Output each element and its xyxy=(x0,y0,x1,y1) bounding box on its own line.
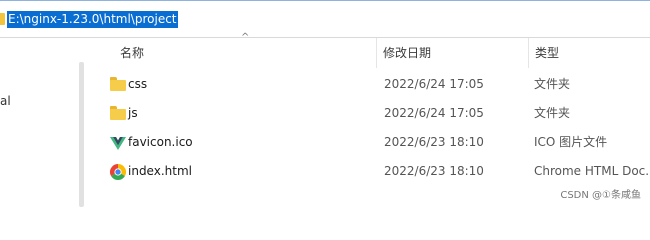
file-name: js xyxy=(128,106,138,120)
file-modified: 2022/6/23 18:10 xyxy=(384,135,484,149)
file-row-index[interactable]: index.html 2022/6/23 18:10 Chrome HTML D… xyxy=(96,157,650,186)
scroll-thumb[interactable] xyxy=(79,62,84,207)
navigation-pane: al xyxy=(0,38,76,207)
column-header: ^ 名称 修改日期 类型 xyxy=(96,32,650,68)
nav-item-label[interactable]: al xyxy=(0,94,11,108)
folder-icon xyxy=(0,13,5,25)
address-path[interactable]: E:\nginx-1.23.0\html\project xyxy=(7,11,178,28)
vue-logo-icon xyxy=(110,135,126,151)
file-name: index.html xyxy=(128,164,192,178)
chrome-icon xyxy=(109,164,127,181)
file-modified: 2022/6/23 18:10 xyxy=(384,164,484,178)
address-bar[interactable]: E:\nginx-1.23.0\html\project xyxy=(0,0,650,38)
file-modified: 2022/6/24 17:05 xyxy=(384,77,484,91)
file-type: 文件夹 xyxy=(534,106,571,120)
file-type: Chrome HTML Doc... xyxy=(534,164,650,178)
file-type: 文件夹 xyxy=(534,77,571,91)
folder-icon xyxy=(110,106,126,122)
folder-icon xyxy=(110,77,126,93)
file-name: css xyxy=(128,77,148,91)
column-header-type[interactable]: 类型 xyxy=(528,38,650,68)
column-header-name[interactable]: 名称 xyxy=(114,38,376,68)
watermark: CSDN @①条咸鱼 xyxy=(560,190,641,201)
column-header-date[interactable]: 修改日期 xyxy=(376,38,528,68)
file-name: favicon.ico xyxy=(128,135,193,149)
file-row-favicon[interactable]: favicon.ico 2022/6/23 18:10 ICO 图片文件 xyxy=(96,128,650,157)
file-type: ICO 图片文件 xyxy=(534,135,608,149)
nav-pane-scrollbar[interactable] xyxy=(76,40,85,207)
file-row-js[interactable]: js 2022/6/24 17:05 文件夹 xyxy=(96,99,650,128)
file-modified: 2022/6/24 17:05 xyxy=(384,106,484,120)
file-row-css[interactable]: css 2022/6/24 17:05 文件夹 xyxy=(96,70,650,99)
file-list: css 2022/6/24 17:05 文件夹 js 2022/6/24 17:… xyxy=(96,70,650,186)
